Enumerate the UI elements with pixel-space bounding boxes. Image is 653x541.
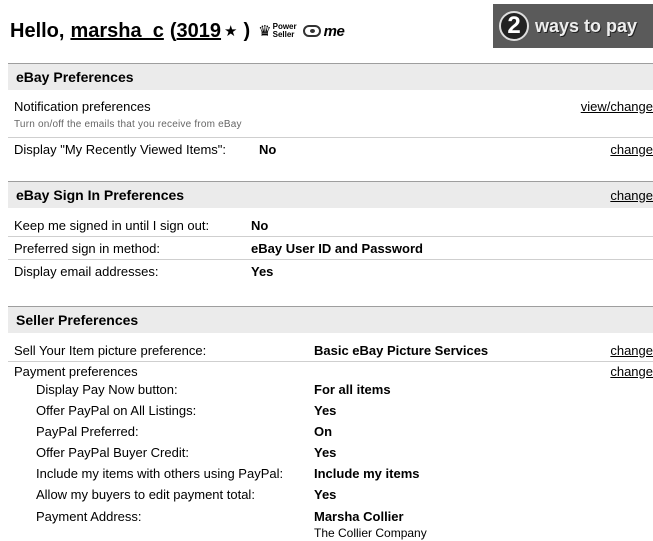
section-title: eBay Preferences [16,69,134,85]
picture-preference-label: Sell Your Item picture preference: [14,343,207,358]
edit-payment-total-row: Allow my buyers to edit payment total: Y… [8,487,653,507]
recently-viewed-row: Display "My Recently Viewed Items": No c… [8,138,653,162]
feedback-star-icon[interactable]: ★ [224,22,237,40]
power-seller-icon[interactable]: ♛ Power Seller [258,23,296,39]
keep-signed-in-label: Keep me signed in until I sign out: [14,218,210,233]
edit-payment-total-value: Yes [314,487,337,502]
me-icon[interactable]: me [324,23,345,40]
recently-viewed-value: No [259,142,277,157]
promo-number: 2 [499,11,529,41]
display-email-row: Display email addresses: Yes [8,260,653,284]
include-items-label: Include my items with others using PayPa… [36,466,284,481]
offer-paypal-row: Offer PayPal on All Listings: Yes [8,403,653,423]
payment-preferences-label: Payment preferences [14,364,138,379]
power-seller-line2: Seller [272,30,295,39]
picture-preference-value: Basic eBay Picture Services [314,343,489,358]
eye-icon[interactable] [302,25,321,37]
section-title: Seller Preferences [16,312,139,328]
payment-promo-banner[interactable]: 2 ways to pay [493,4,653,48]
notification-preferences-row: Notification preferences Turn on/off the… [8,91,653,138]
sign-in-method-label: Preferred sign in method: [14,241,160,256]
display-email-value: Yes [251,264,274,279]
notification-view-change-link[interactable]: view/change [581,99,653,114]
pay-now-label: Display Pay Now button: [36,382,178,397]
open-paren: ( [169,19,177,42]
paypal-preferred-value: On [314,424,333,439]
offer-paypal-label: Offer PayPal on All Listings: [36,403,197,418]
payment-preferences-row: Payment preferences change [8,362,653,380]
notification-subtext: Turn on/off the emails that you receive … [14,119,242,130]
picture-preference-row: Sell Your Item picture preference: Basic… [8,340,653,362]
sign-in-method-row: Preferred sign in method: eBay User ID a… [8,237,653,260]
payment-address-label: Payment Address: [36,509,142,524]
payment-address-company: The Collier Company [314,526,427,540]
offer-paypal-value: Yes [314,403,337,418]
payment-address-row: Payment Address: Marsha Collier The Coll… [8,509,653,541]
payment-preferences-change-link[interactable]: change [610,364,653,379]
buyer-credit-value: Yes [314,445,337,460]
promo-text: ways to pay [535,15,638,36]
pay-now-row: Display Pay Now button: For all items [8,382,653,402]
ebay-preferences-header: eBay Preferences [8,63,653,90]
paypal-preferred-row: PayPal Preferred: On [8,424,653,444]
signin-preferences-header: eBay Sign In Preferences change [8,181,653,208]
picture-preference-change-link[interactable]: change [610,343,653,358]
include-items-value: Include my items [314,466,420,481]
keep-signed-in-value: No [251,218,269,233]
sign-in-method-value: eBay User ID and Password [251,241,423,256]
notification-label: Notification preferences [14,99,151,114]
pay-now-value: For all items [314,382,391,397]
feedback-score-link[interactable]: 3019 [177,20,222,43]
payment-address-name: Marsha Collier [314,509,404,524]
signin-change-link[interactable]: change [610,188,653,203]
paypal-preferred-label: PayPal Preferred: [36,424,139,439]
keep-signed-in-row: Keep me signed in until I sign out: No [8,214,653,237]
power-seller-label: Power Seller [273,23,297,39]
greeting-hello: Hello, [10,19,65,42]
seller-preferences-header: Seller Preferences [8,306,653,333]
username-link[interactable]: marsha_c [70,20,163,43]
display-email-label: Display email addresses: [14,264,159,279]
recently-viewed-label: Display "My Recently Viewed Items": [14,142,227,157]
greeting-header: Hello, marsha_c ( 3019 ★ ) ♛ Power Selle… [10,18,345,44]
recently-viewed-change-link[interactable]: change [610,142,653,157]
edit-payment-total-label: Allow my buyers to edit payment total: [36,487,255,502]
buyer-credit-label: Offer PayPal Buyer Credit: [36,445,189,460]
buyer-credit-row: Offer PayPal Buyer Credit: Yes [8,445,653,465]
power-seller-figure-icon: ♛ [258,22,272,40]
close-paren: ) [243,19,251,42]
include-items-row: Include my items with others using PayPa… [8,466,653,486]
section-title: eBay Sign In Preferences [16,187,185,203]
